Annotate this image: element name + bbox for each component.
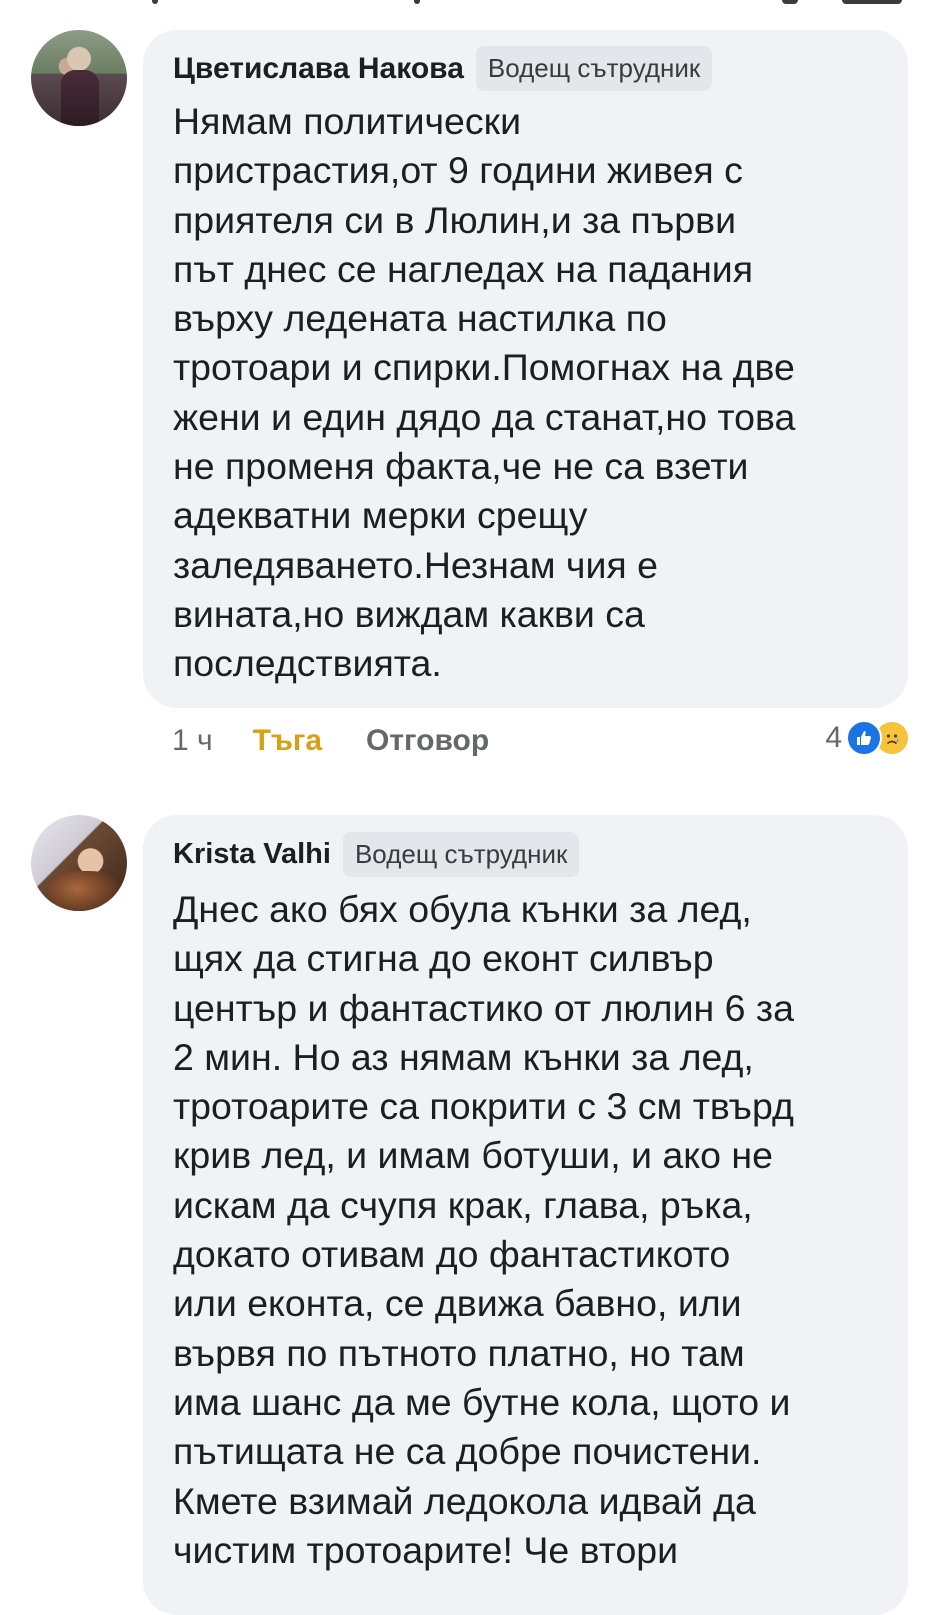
like-icon <box>846 720 882 756</box>
author-name[interactable]: Цветислава Накова <box>173 52 464 86</box>
comment-text: Нямам политически пристрастия,от 9 годин… <box>173 100 796 685</box>
author-row: Цветислава Накова Водещ сътрудник <box>173 46 713 91</box>
comment-timestamp[interactable]: 1 ч <box>172 724 213 758</box>
author-name[interactable]: Krista Valhi <box>173 838 331 871</box>
comment-bubble: Krista Valhi Водещ сътрудник Днес ако бя… <box>143 815 908 1615</box>
previous-content-edge <box>0 0 945 8</box>
avatar[interactable] <box>31 815 127 911</box>
sad-face-glyph <box>886 734 899 745</box>
reaction-button[interactable]: Тъга <box>253 724 322 758</box>
previous-content-mark <box>842 0 902 4</box>
previous-content-mark <box>152 0 158 4</box>
avatar[interactable] <box>31 30 127 126</box>
author-row: Krista Valhi Водещ сътрудник <box>173 832 580 877</box>
reply-button[interactable]: Отговор <box>366 724 489 758</box>
previous-content-mark <box>414 0 420 4</box>
previous-content-mark <box>782 0 798 4</box>
comment-text: Днес ако бях обула кънки за лед, щях да … <box>173 888 794 1571</box>
reaction-summary[interactable]: 4 <box>825 720 910 756</box>
reaction-count: 4 <box>825 721 842 754</box>
top-contributor-badge: Водещ сътрудник <box>342 832 580 877</box>
top-contributor-badge: Водещ сътрудник <box>475 46 713 91</box>
comment-bubble: Цветислава Накова Водещ сътрудник Нямам … <box>143 30 908 708</box>
thumbs-up-glyph <box>857 731 871 745</box>
comment-actions: 1 ч Тъга Отговор <box>172 724 489 758</box>
